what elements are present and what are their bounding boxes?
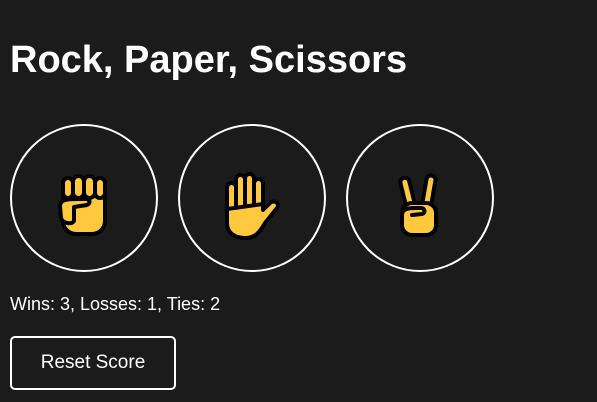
paper-button[interactable] [178,124,326,272]
raised-fist-icon [58,174,107,236]
choice-buttons [10,124,494,272]
score-summary: Wins: 3, Losses: 1, Ties: 2 [10,294,221,314]
raised-hand-icon [225,172,280,240]
page-title: Rock, Paper, Scissors [10,39,408,81]
reset-score-button[interactable]: Reset Score [10,336,176,390]
victory-hand-icon [398,173,438,237]
rock-button[interactable] [10,124,158,272]
scissors-button[interactable] [346,124,494,272]
game-container: Rock, Paper, Scissors Wins: 3, Losses: 1… [10,0,597,402]
